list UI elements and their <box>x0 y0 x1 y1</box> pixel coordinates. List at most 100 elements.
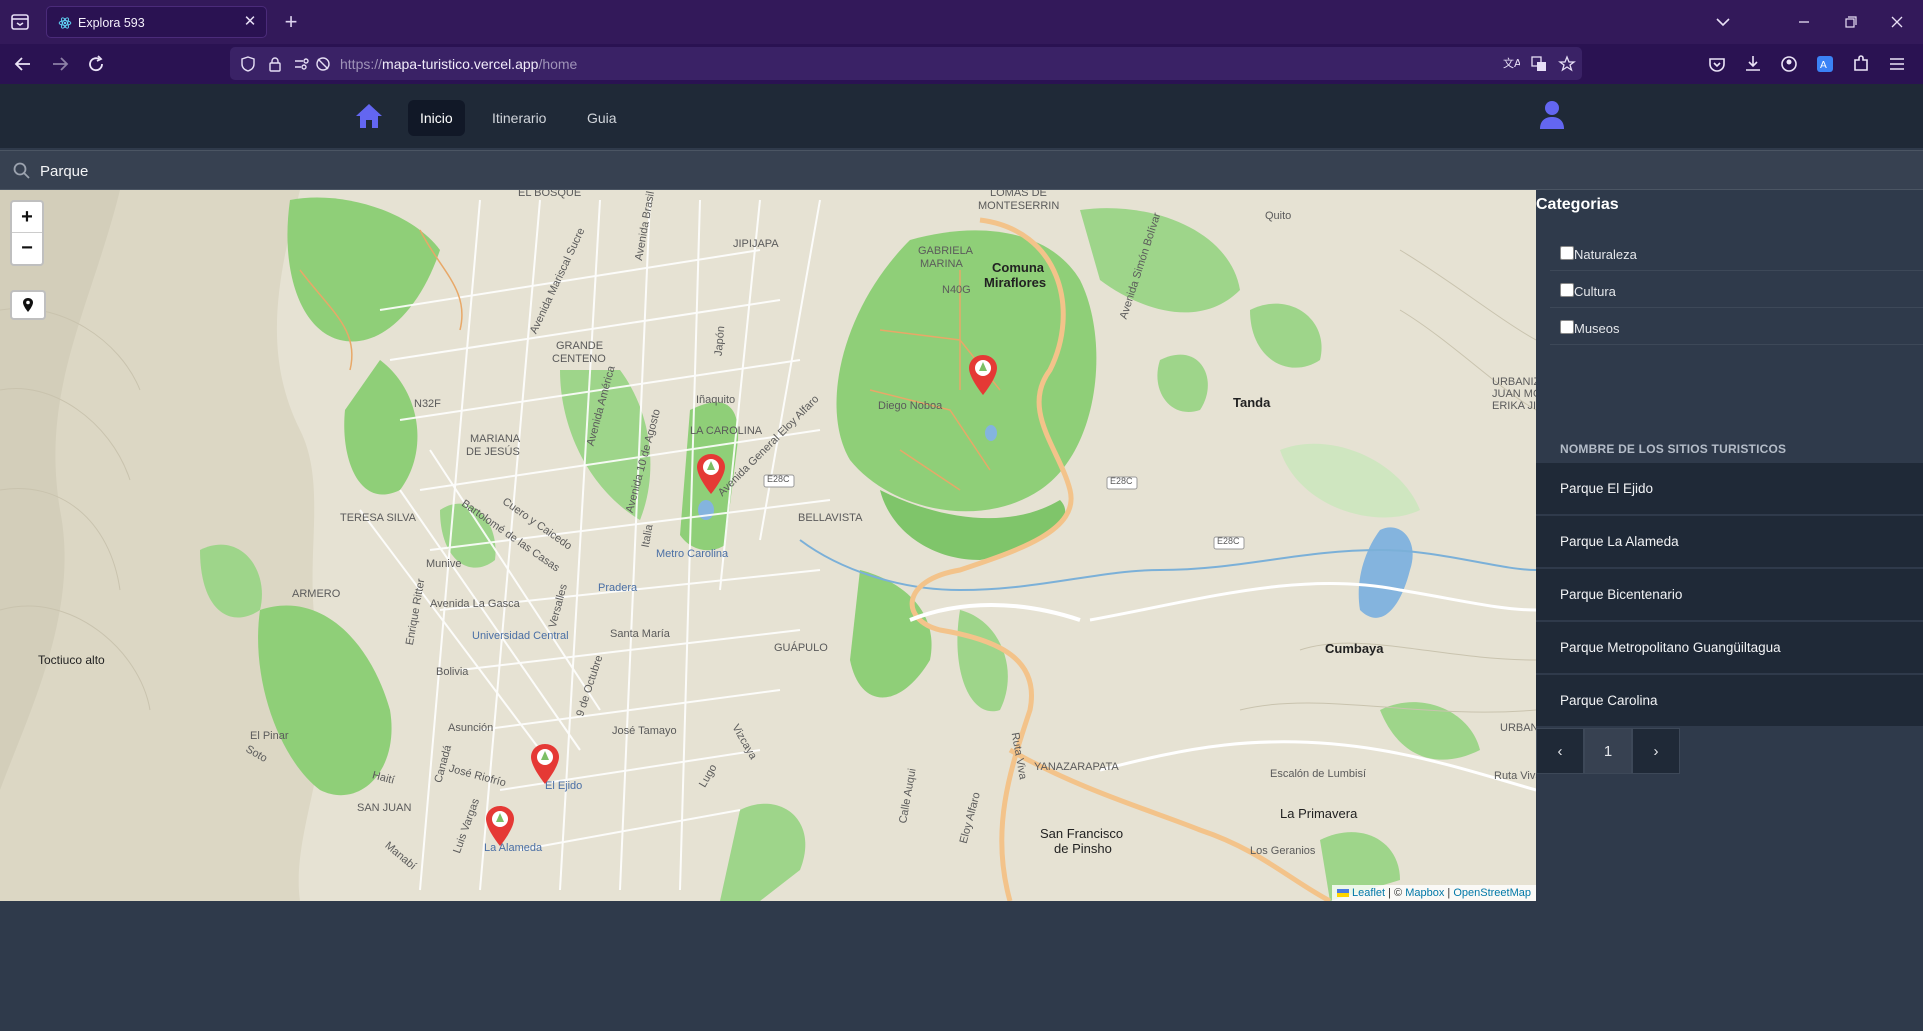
site-item[interactable]: Parque El Ejido <box>1536 463 1923 515</box>
reload-icon[interactable] <box>84 52 108 76</box>
marker-parque-el-ejido[interactable] <box>530 743 560 785</box>
category-checkbox[interactable] <box>1560 283 1574 297</box>
restore-icon[interactable] <box>1837 10 1863 34</box>
url-host: mapa-turistico.vercel.app <box>382 56 539 72</box>
map-label-avenida-gasca: Avenida La Gasca <box>430 598 520 610</box>
page-translate-icon[interactable] <box>1530 55 1548 73</box>
site-item[interactable]: Parque La Alameda <box>1536 516 1923 568</box>
category-label: Cultura <box>1574 284 1616 299</box>
tab-close-icon[interactable]: ✕ <box>242 14 258 30</box>
map-label-pradera: Pradera <box>598 582 638 594</box>
site-item[interactable]: Parque Bicentenario <box>1536 569 1923 621</box>
browser-nav-bar: https://mapa-turistico.vercel.app/home 文… <box>0 44 1923 84</box>
category-checkbox[interactable] <box>1560 246 1574 260</box>
tab-title: Explora 593 <box>78 16 145 30</box>
home-icon[interactable] <box>354 102 384 130</box>
site-item[interactable]: Parque Carolina <box>1536 675 1923 727</box>
tab-list-icon[interactable] <box>8 10 32 34</box>
map[interactable]: EL BOSQUE LOMAS DE MONTESERRIN JIPIJAPA … <box>0 190 1536 901</box>
map-label-e28c-3: E28C <box>1217 536 1240 546</box>
url-path: /home <box>538 56 578 72</box>
lock-icon[interactable] <box>266 55 284 73</box>
minimize-icon[interactable] <box>1791 10 1817 34</box>
map-label-san-juan: SAN JUAN <box>357 802 412 814</box>
category-label: Museos <box>1574 321 1620 336</box>
openstreetmap-link[interactable]: OpenStreetMap <box>1453 887 1531 899</box>
new-tab-icon[interactable]: + <box>279 10 303 34</box>
zoom-in-button[interactable]: + <box>12 202 42 233</box>
category-naturaleza[interactable]: Naturaleza <box>1550 234 1923 271</box>
map-label-la-primavera: La Primavera <box>1280 806 1358 821</box>
search-input[interactable] <box>40 157 1540 185</box>
category-cultura[interactable]: Cultura <box>1550 271 1923 308</box>
map-label-la-carolina: LA CAROLINA <box>690 425 763 437</box>
permissions-icon[interactable] <box>293 55 311 73</box>
map-label-jipijapa: JIPIJAPA <box>733 238 779 250</box>
map-label-yanazarapata: YANAZARAPATA <box>1034 761 1119 773</box>
account-icon[interactable] <box>1777 52 1801 76</box>
map-label-de-pinsho: de Pinsho <box>1054 841 1112 856</box>
nav-itinerario[interactable]: Itinerario <box>480 100 558 136</box>
extensions-icon[interactable] <box>1849 52 1873 76</box>
current-page[interactable]: 1 <box>1584 728 1632 774</box>
map-label-guapulo: GUÁPULO <box>774 642 828 654</box>
browser-tab[interactable]: Explora 593 ✕ <box>46 6 267 38</box>
pocket-icon[interactable] <box>1705 52 1729 76</box>
map-label-n40g: N40G <box>942 284 971 296</box>
map-label-diego-noboa: Diego Noboa <box>878 400 943 412</box>
map-label-el-bosque: EL BOSQUE <box>518 190 582 199</box>
nav-inicio[interactable]: Inicio <box>408 100 465 136</box>
category-museos[interactable]: Museos <box>1550 308 1923 345</box>
map-label-el-pinar: El Pinar <box>250 730 289 742</box>
url-prefix: https:// <box>340 56 383 72</box>
attribution-sep-1: | © <box>1385 887 1406 899</box>
user-icon[interactable] <box>1538 99 1566 131</box>
map-label-quito: Quito <box>1265 210 1292 222</box>
site-name: Parque Carolina <box>1560 693 1658 708</box>
url-text[interactable]: https://mapa-turistico.vercel.app/home <box>340 56 577 72</box>
shield-icon[interactable] <box>239 55 257 73</box>
map-label-urbanizacion-1: URBANIZACIÓ <box>1492 376 1536 388</box>
map-label-de-jesus: DE JESÚS <box>466 446 520 458</box>
map-label-centeno: CENTENO <box>552 353 606 365</box>
downloads-icon[interactable] <box>1741 52 1765 76</box>
bookmark-star-icon[interactable] <box>1558 55 1576 73</box>
translate-icon[interactable]: 文A <box>1502 55 1520 73</box>
translate-extension-icon[interactable]: A <box>1813 52 1837 76</box>
site-name: Parque Metropolitano Guangüiltagua <box>1560 640 1781 655</box>
map-label-san-francisco: San Francisco <box>1040 826 1124 841</box>
map-label-urbanizacion-3: ERIKA JIMEN <box>1492 400 1536 412</box>
category-checkbox[interactable] <box>1560 320 1574 334</box>
svg-text:A: A <box>1820 60 1827 71</box>
map-label-bolivia: Bolivia <box>436 666 469 678</box>
back-icon[interactable] <box>11 52 35 76</box>
category-label: Naturaleza <box>1574 247 1637 262</box>
tracking-protection-icon[interactable] <box>314 55 332 73</box>
map-label-santa-maria: Santa María <box>610 628 670 640</box>
nav-guia[interactable]: Guia <box>575 100 629 136</box>
leaflet-flag-icon <box>1336 889 1349 898</box>
map-label-escalon: Escalón de Lumbisí <box>1270 768 1366 780</box>
forward-icon[interactable] <box>48 52 72 76</box>
search-bar <box>0 150 1923 190</box>
list-all-tabs-icon[interactable] <box>1710 10 1736 34</box>
marker-parque-metropolitano[interactable] <box>968 354 998 396</box>
close-window-icon[interactable] <box>1884 10 1910 34</box>
address-bar[interactable]: https://mapa-turistico.vercel.app/home 文… <box>230 47 1582 80</box>
locate-button[interactable] <box>10 290 46 320</box>
map-label-urbanizacion-2: JUAN MONTAL <box>1492 388 1536 400</box>
leaflet-link[interactable]: Leaflet <box>1352 887 1385 899</box>
site-item[interactable]: Parque Metropolitano Guangüiltagua <box>1536 622 1923 674</box>
mapbox-link[interactable]: Mapbox <box>1405 887 1444 899</box>
marker-parque-carolina[interactable] <box>696 453 726 495</box>
site-name: Parque El Ejido <box>1560 481 1654 496</box>
map-label-los-geranios: Los Geranios <box>1250 845 1316 857</box>
map-attribution: Leaflet | © Mapbox | OpenStreetMap <box>1331 885 1536 901</box>
zoom-out-button[interactable]: − <box>12 233 42 264</box>
map-label-jose-tamayo: José Tamayo <box>612 725 677 737</box>
map-label-comuna: Comuna <box>992 260 1044 275</box>
next-page-button[interactable]: › <box>1632 728 1680 774</box>
prev-page-button[interactable]: ‹ <box>1536 728 1584 774</box>
menu-icon[interactable] <box>1885 52 1909 76</box>
marker-parque-la-alameda[interactable] <box>485 805 515 847</box>
